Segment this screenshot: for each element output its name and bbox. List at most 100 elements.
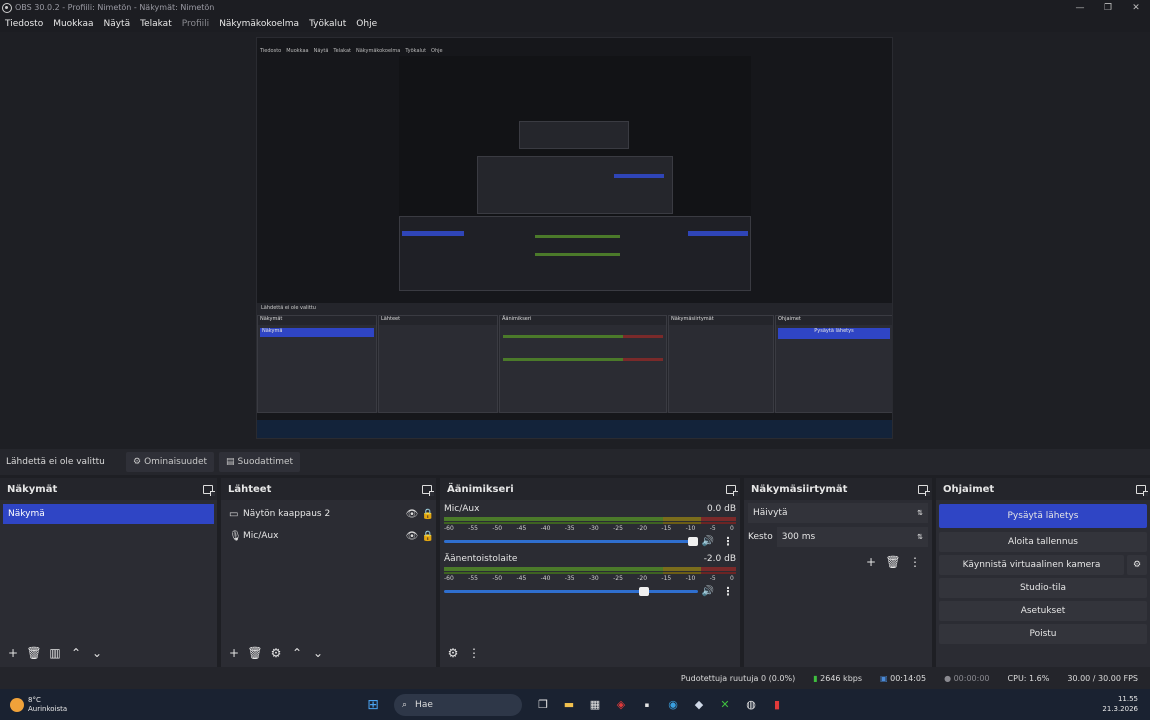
remove-source-button[interactable]: 🗑 bbox=[246, 644, 264, 662]
exit-button[interactable]: Poistu bbox=[939, 624, 1147, 644]
sources-dock-header: Lähteet bbox=[221, 478, 436, 500]
volume-knob[interactable] bbox=[639, 586, 650, 596]
add-scene-button[interactable]: + bbox=[4, 644, 22, 662]
scenes-toolbar: + 🗑 ▥ ⌃ ⌄ bbox=[0, 643, 106, 663]
scene-filters-button[interactable]: ▥ bbox=[46, 644, 64, 662]
obs-taskbar-icon[interactable]: ▮ bbox=[767, 696, 787, 714]
mixer-dock-title: Äänimikseri bbox=[447, 483, 514, 495]
menu-item-5[interactable]: Näkymäkokoelma bbox=[214, 19, 304, 29]
source-list-item[interactable]: 🎙 Mic/Aux 👁 🔒 bbox=[221, 526, 436, 546]
add-transition-button[interactable]: + bbox=[862, 553, 880, 571]
chrome-icon[interactable]: ◍ bbox=[741, 696, 761, 714]
meter-tick: -60 bbox=[444, 525, 454, 532]
undock-icon[interactable] bbox=[726, 484, 738, 496]
duration-input[interactable]: 300 ms ⇅ bbox=[776, 527, 928, 547]
menu-item-6[interactable]: Työkalut bbox=[304, 19, 351, 29]
maximize-button[interactable]: ❐ bbox=[1094, 3, 1122, 13]
undock-icon[interactable] bbox=[203, 484, 215, 496]
nested-controls-title: Ohjaimet bbox=[776, 316, 892, 325]
meter-tick: -10 bbox=[685, 525, 696, 532]
move-source-down-button[interactable]: ⌄ bbox=[309, 644, 327, 662]
spin-icon[interactable]: ⇅ bbox=[917, 533, 923, 541]
move-scene-down-button[interactable]: ⌄ bbox=[88, 644, 106, 662]
transition-select[interactable]: Häivytä ⇅ bbox=[748, 503, 928, 523]
volume-knob[interactable] bbox=[688, 536, 698, 546]
remove-transition-button[interactable]: 🗑 bbox=[884, 553, 902, 571]
taskbar-search[interactable]: ⌕ Hae bbox=[394, 693, 522, 716]
properties-button[interactable]: ⚙ Ominaisuudet bbox=[126, 452, 215, 472]
menu-item-2[interactable]: Näytä bbox=[98, 19, 135, 29]
meter-tick: -30 bbox=[588, 525, 599, 532]
nested-mixer-title: Äänimikseri bbox=[500, 316, 666, 325]
undock-icon[interactable] bbox=[918, 484, 930, 496]
obs-window: OBS 30.0.2 - Profiili: Nimetön - Näkymät… bbox=[0, 0, 1150, 720]
menu-item-3[interactable]: Telakat bbox=[135, 19, 177, 29]
more-options-icon[interactable]: ⋮ bbox=[721, 535, 735, 548]
stop-stream-button[interactable]: Pysäytä lähetys bbox=[939, 504, 1147, 528]
weather-widget[interactable]: 8°C Aurinkoista bbox=[0, 696, 360, 714]
start-virtualcam-button[interactable]: Käynnistä virtuaalinen kamera bbox=[939, 555, 1124, 575]
nested-preview-level-4 bbox=[519, 121, 629, 149]
move-scene-up-button[interactable]: ⌃ bbox=[67, 644, 85, 662]
undock-icon[interactable] bbox=[422, 484, 434, 496]
close-button[interactable]: ✕ bbox=[1122, 3, 1150, 13]
move-source-up-button[interactable]: ⌃ bbox=[288, 644, 306, 662]
channel-db: -2.0 dB bbox=[703, 554, 736, 564]
menu-item-0[interactable]: Tiedosto bbox=[0, 19, 48, 29]
task-view-icon[interactable]: ❐ bbox=[533, 696, 553, 714]
nested-scenes-dock: Näkymät Näkymä bbox=[257, 315, 377, 413]
more-options-icon[interactable]: ⋮ bbox=[721, 585, 735, 598]
xbox-icon[interactable]: ✕ bbox=[715, 696, 735, 714]
advanced-audio-button[interactable]: ⚙ bbox=[444, 644, 462, 662]
nested-menu-item: Telakat bbox=[333, 48, 351, 54]
lock-icon[interactable]: 🔒 bbox=[420, 531, 436, 542]
remove-scene-button[interactable]: 🗑 bbox=[25, 644, 43, 662]
nested-stop-button bbox=[688, 231, 748, 236]
menu-item-4[interactable]: Profiili bbox=[177, 19, 214, 29]
minimize-button[interactable]: — bbox=[1066, 3, 1094, 13]
edge-icon[interactable]: ◉ bbox=[663, 696, 683, 714]
mixer-menu-button[interactable]: ⋮ bbox=[465, 644, 483, 662]
steam-icon[interactable]: ◆ bbox=[689, 696, 709, 714]
speaker-icon[interactable]: 🔊 bbox=[701, 586, 715, 597]
nested-menu-item: Tiedosto bbox=[260, 48, 282, 54]
source-list-item[interactable]: ▭ Näytön kaappaus 2 👁 🔒 bbox=[221, 504, 436, 524]
store-icon[interactable]: ▦ bbox=[585, 696, 605, 714]
menu-item-1[interactable]: Muokkaa bbox=[48, 19, 98, 29]
visibility-eye-icon[interactable]: 👁 bbox=[404, 509, 420, 520]
filters-button[interactable]: ▤ Suodattimet bbox=[219, 452, 301, 472]
meter-tick: -60 bbox=[444, 575, 454, 582]
scene-list-item[interactable]: Näkymä bbox=[3, 504, 214, 524]
transition-menu-button[interactable]: ⋮ bbox=[906, 553, 924, 571]
file-explorer-icon[interactable]: ▬ bbox=[559, 696, 579, 714]
nested-menu-item: Näkymäkokoelma bbox=[355, 48, 401, 54]
undock-icon[interactable] bbox=[1136, 484, 1148, 496]
settings-button[interactable]: Asetukset bbox=[939, 601, 1147, 621]
studio-mode-button[interactable]: Studio-tila bbox=[939, 578, 1147, 598]
source-properties-button[interactable]: ⚙ bbox=[267, 644, 285, 662]
nested-scene-item: Näkymä bbox=[260, 328, 374, 337]
lock-icon[interactable]: 🔒 bbox=[420, 509, 436, 520]
clock-date: 21.3.2026 bbox=[1102, 705, 1138, 713]
volume-slider[interactable] bbox=[444, 536, 698, 546]
visibility-eye-icon[interactable]: 👁 bbox=[404, 531, 420, 542]
record-icon: ● bbox=[944, 673, 952, 683]
add-source-button[interactable]: + bbox=[225, 644, 243, 662]
taskbar-clock[interactable]: 11.55 21.3.2026 bbox=[1102, 694, 1138, 714]
mcafee-icon[interactable]: ◈ bbox=[611, 696, 631, 714]
menu-bar: Tiedosto Muokkaa Näytä Telakat Profiili Näkym… bbox=[0, 15, 1150, 32]
search-label: Hae bbox=[415, 699, 433, 710]
controls-dock: Ohjaimet Pysäytä lähetys Aloita tallennu… bbox=[936, 478, 1150, 667]
signal-bars-icon: ▮ bbox=[813, 673, 818, 683]
virtualcam-settings-gear-icon[interactable]: ⚙ bbox=[1127, 555, 1147, 575]
nested-preview-level-3 bbox=[477, 156, 673, 214]
app-icon[interactable]: ▪ bbox=[637, 696, 657, 714]
transition-selected: Häivytä bbox=[753, 508, 788, 518]
preview-area[interactable]: Tiedosto Muokkaa Näytä Telakat Näkymäkok… bbox=[0, 32, 1150, 444]
volume-slider[interactable] bbox=[444, 586, 698, 596]
meter-tick: -35 bbox=[564, 525, 575, 532]
windows-start-icon[interactable]: ⊞ bbox=[363, 696, 383, 714]
menu-item-7[interactable]: Ohje bbox=[351, 19, 382, 29]
speaker-icon[interactable]: 🔊 bbox=[701, 536, 715, 547]
start-recording-button[interactable]: Aloita tallennus bbox=[939, 532, 1147, 552]
